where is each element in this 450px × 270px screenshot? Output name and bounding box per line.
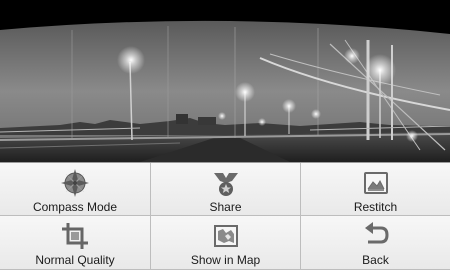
show-in-map-button[interactable]: Show in Map	[151, 216, 301, 270]
back-label: Back	[362, 253, 389, 267]
back-arrow-icon	[361, 221, 391, 251]
panorama-viewer-screen: Compass Mode Share Restitch Normal Quali…	[0, 0, 450, 270]
compass-mode-label: Compass Mode	[32, 200, 118, 214]
options-menu: Compass Mode Share Restitch Normal Quali…	[0, 162, 450, 270]
compass-mode-button[interactable]: Compass Mode	[0, 163, 151, 216]
share-label: Share	[209, 200, 242, 214]
normal-quality-button[interactable]: Normal Quality	[0, 216, 151, 270]
compass-icon	[60, 168, 90, 198]
crop-quality-icon	[60, 221, 90, 251]
panorama-viewer[interactable]	[0, 0, 450, 162]
share-icon	[211, 168, 241, 198]
restitch-button[interactable]: Restitch	[301, 163, 450, 216]
share-button[interactable]: Share	[151, 163, 301, 216]
restitch-label: Restitch	[353, 200, 398, 214]
restitch-icon	[361, 168, 391, 198]
show-in-map-label: Show in Map	[190, 253, 261, 267]
map-icon	[211, 221, 241, 251]
panorama-image[interactable]	[0, 0, 450, 162]
back-button[interactable]: Back	[301, 216, 450, 270]
normal-quality-label: Normal Quality	[35, 253, 115, 267]
